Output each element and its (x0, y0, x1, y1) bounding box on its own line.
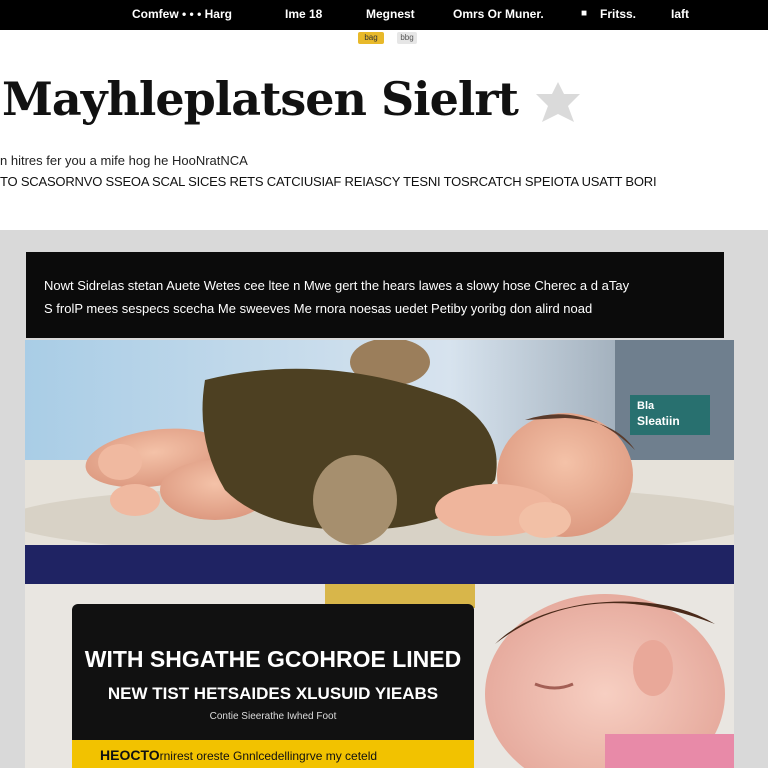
badge-row: bag bbg (0, 32, 768, 46)
page-title: Mayhleplatsen Sielrt (2, 72, 519, 126)
badge-yellow[interactable]: bag (358, 32, 384, 44)
nav-item-1[interactable]: Comfew • • • Harg (132, 7, 232, 21)
article-kicker: TO SCASORNVO SSEOA SCAL SICES RETS CATCI… (0, 174, 657, 189)
baby-sleeping-photo: Bla Sleatiin (25, 340, 734, 584)
promo-bar-rest: rnirest oreste Gnnlcedellingrve my cetel… (159, 749, 378, 763)
promo-bar-text: HEOCTOrnirest oreste Gnnlcedellingrve my… (100, 747, 377, 763)
nav-item-6[interactable]: Iaft (671, 7, 689, 21)
promo-small-text: Contie Sieerathe Iwhed Foot (209, 711, 337, 722)
caption-line-1: Nowt Sidrelas stetan Auete Wetes cee lte… (44, 278, 630, 293)
caption-line-2: S frolP mees sespecs scecha Me sweeves M… (44, 301, 593, 316)
caption-box: Nowt Sidrelas stetan Auete Wetes cee lte… (26, 252, 724, 338)
promo-headline: WITH SHGATHE GCOHROE LINED (84, 646, 462, 672)
top-navigation-bar: Comfew • • • Harg Ime 18 Megnest Omrs Or… (0, 0, 768, 30)
promo-subheadline: NEW TIST HETSAIDES XLUSUID YIEABS (107, 684, 439, 703)
promo-cta-bar[interactable]: HEOCTOrnirest oreste Gnnlcedellingrve my… (72, 740, 474, 768)
nav-item-2[interactable]: Ime 18 (285, 7, 322, 21)
badge-gray[interactable]: bbg (397, 32, 417, 44)
nav-item-3[interactable]: Megnest (366, 7, 415, 21)
article-subtitle: n hitres fer you a mife hog he HooNratNC… (0, 153, 248, 168)
bullet-icon: ■ (581, 8, 588, 19)
nav-item-4[interactable]: Omrs Or Muner. (453, 7, 544, 21)
baby-sleeping-illustration (25, 340, 734, 584)
product-sign-line-2: Sleatiin (637, 414, 680, 428)
nav-item-5[interactable]: Fritss. (600, 7, 636, 21)
star-icon (536, 82, 580, 122)
promo-bar-bold: HEOCTO (100, 747, 160, 763)
product-sign-line-1: Bla (637, 400, 655, 412)
